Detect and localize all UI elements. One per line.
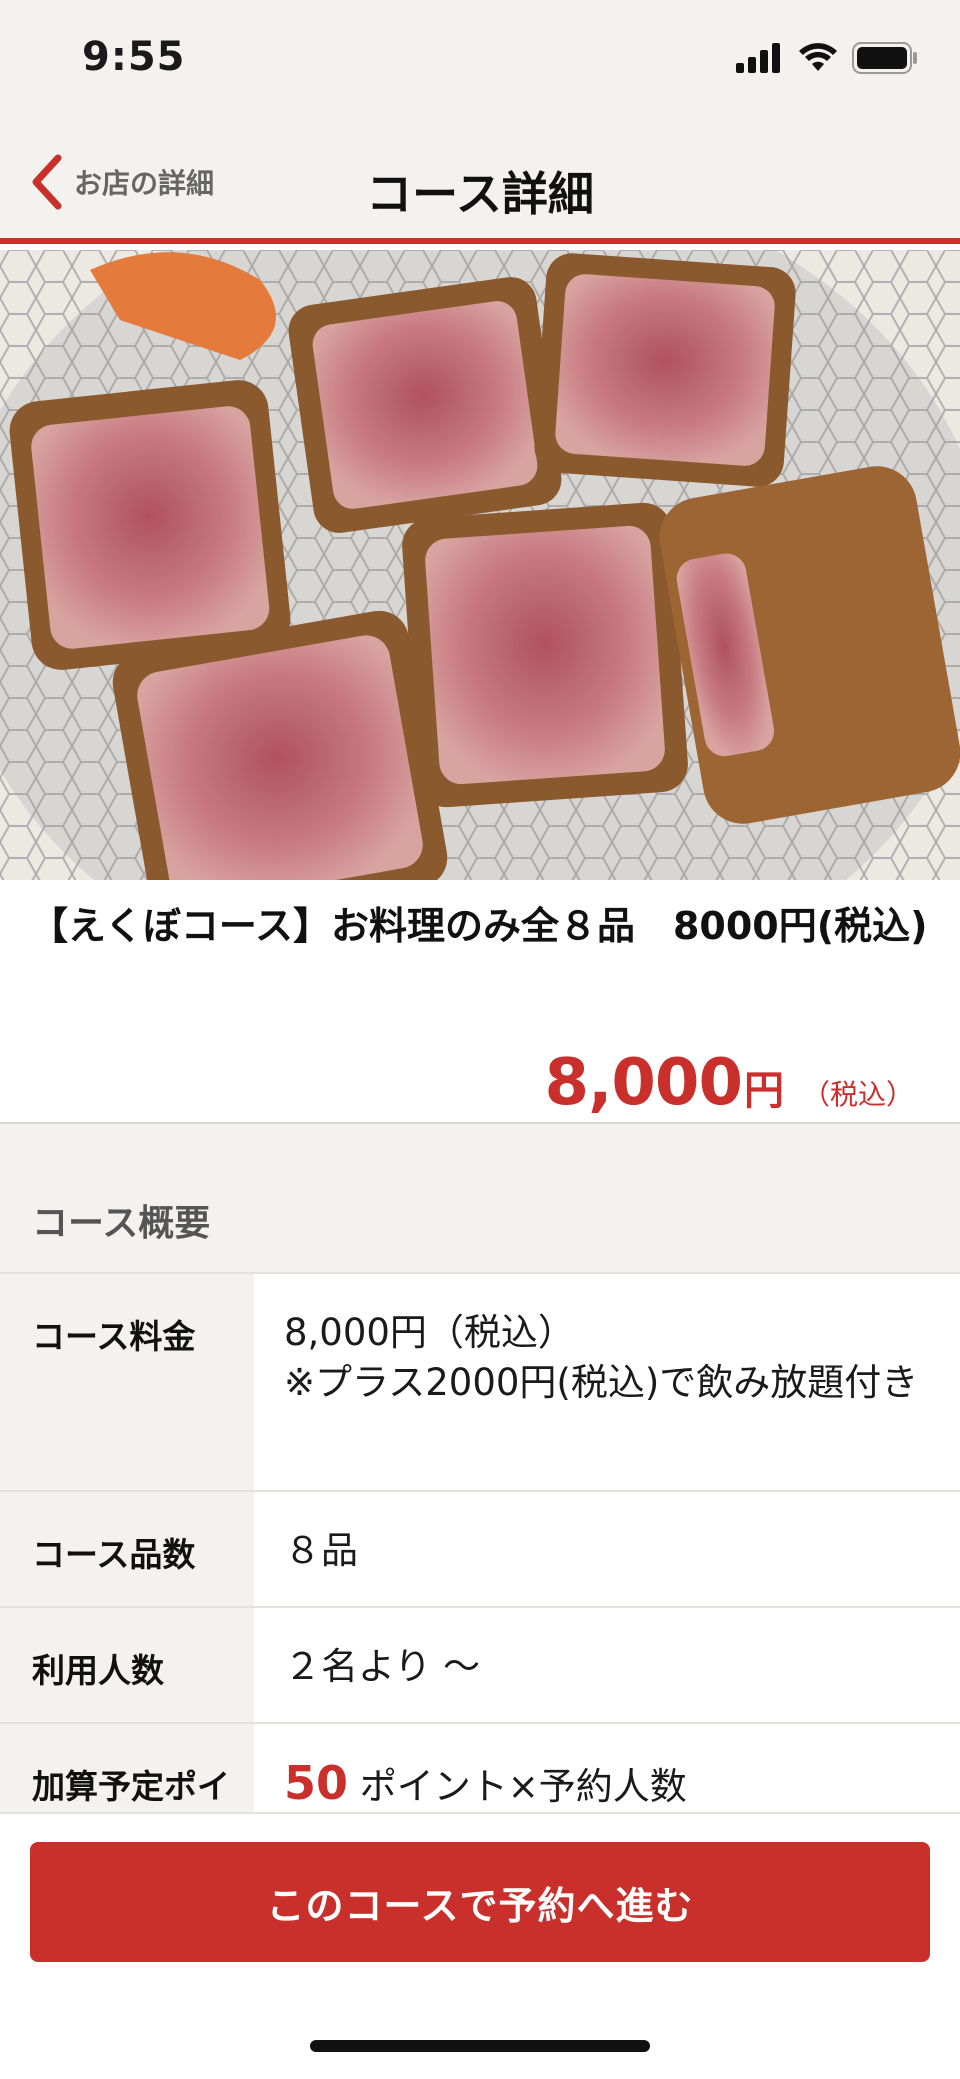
reserve-course-button[interactable]: このコースで予約へ進む bbox=[30, 1842, 930, 1962]
table-row: コース品数 ８品 bbox=[0, 1490, 960, 1606]
people-value: ２名より ～ bbox=[284, 1645, 481, 1688]
fee-label: コース料金 bbox=[0, 1274, 254, 1490]
points-number: 50 bbox=[284, 1756, 349, 1810]
status-time: 9:55 bbox=[82, 34, 186, 80]
fee-line-1: 8,000円（税込） bbox=[284, 1311, 575, 1354]
items-value: ８品 bbox=[284, 1529, 358, 1572]
bottom-action-bar: このコースで予約へ進む bbox=[0, 1812, 960, 2079]
course-photo bbox=[0, 250, 960, 880]
fee-value: 8,000円（税込） ※プラス2000円(税込)で飲み放題付き bbox=[254, 1274, 960, 1490]
course-details-table: コース料金 8,000円（税込） ※プラス2000円(税込)で飲み放題付き コー… bbox=[0, 1272, 960, 1854]
section-header: コース概要 bbox=[0, 1124, 960, 1272]
table-row: 利用人数 ２名より ～ bbox=[0, 1606, 960, 1722]
items-label: コース品数 bbox=[0, 1492, 254, 1606]
people-label: 利用人数 bbox=[0, 1608, 254, 1722]
points-suffix: ポイント×予約人数 bbox=[348, 1765, 687, 1808]
page-title: コース詳細 bbox=[366, 167, 594, 221]
home-indicator bbox=[310, 2040, 650, 2052]
wifi-icon bbox=[799, 43, 837, 71]
battery-icon bbox=[852, 42, 917, 74]
course-photo-image bbox=[0, 250, 960, 880]
fee-line-2: ※プラス2000円(税込)で飲み放題付き bbox=[284, 1361, 919, 1404]
table-row: コース料金 8,000円（税込） ※プラス2000円(税込)で飲み放題付き bbox=[0, 1272, 960, 1490]
price-amount: 8,000 bbox=[544, 1046, 743, 1120]
course-title: 【えくぼコース】お料理のみ全８品 8000円(税込) bbox=[30, 904, 928, 948]
status-icons bbox=[736, 42, 918, 74]
status-bar: 9:55 bbox=[0, 0, 960, 120]
price-tax-note: （税込） bbox=[801, 1078, 914, 1111]
section-title: コース概要 bbox=[32, 1203, 211, 1244]
course-price: 8,000 円 （税込） bbox=[545, 1046, 914, 1120]
cellular-signal-icon bbox=[736, 43, 780, 73]
nav-bar: お店の詳細 コース詳細 bbox=[0, 120, 960, 244]
price-unit: 円 bbox=[743, 1068, 784, 1114]
